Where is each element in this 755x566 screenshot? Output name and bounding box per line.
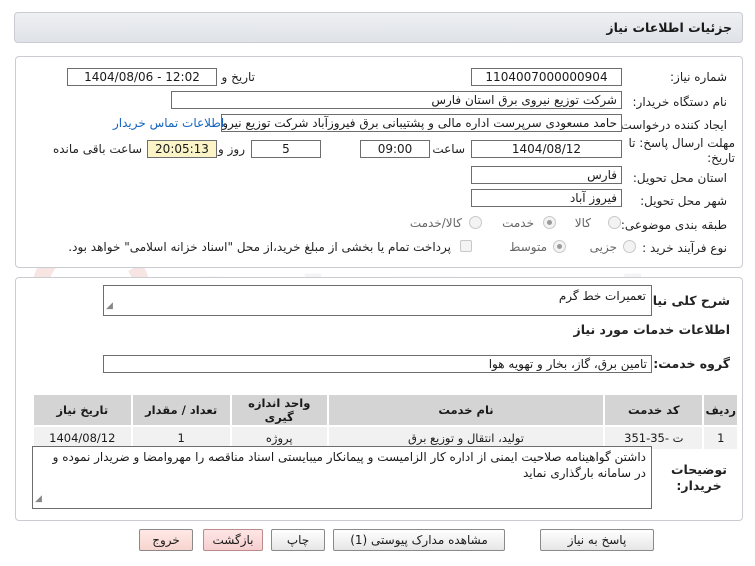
print-button[interactable]: چاپ xyxy=(271,529,325,551)
buyer-contact-link[interactable]: اطلاعات تماس خریدار xyxy=(113,116,224,130)
col-need-date: تاریخ نیاز xyxy=(32,393,133,427)
general-desc-label: شرح کلی نیاز: xyxy=(640,293,730,308)
creator-label: ایجاد کننده درخواست: xyxy=(616,118,727,132)
exit-button[interactable]: خروج xyxy=(139,529,193,551)
process-medium-option: متوسط xyxy=(509,240,547,254)
col-unit: واحد اندازه گیری xyxy=(229,393,329,427)
process-minor-radio[interactable] xyxy=(623,240,636,253)
category-goods-option: کالا xyxy=(574,216,591,230)
attachments-button[interactable]: مشاهده مدارک پیوستی (1) xyxy=(333,529,505,551)
service-group-label: گروه خدمت: xyxy=(653,356,730,371)
service-group-field: تامین برق، گاز، بخار و تهویه هوا xyxy=(103,355,652,373)
remaining-label: ساعت باقی مانده xyxy=(52,142,142,156)
category-goods-radio[interactable] xyxy=(608,216,621,229)
process-label: نوع فرآیند خرید : xyxy=(642,241,727,255)
buyer-notes-text: داشتن گواهینامه صلاحیت ایمنی از اداره کا… xyxy=(52,450,646,480)
deadline-date-field: 1404/08/12 xyxy=(471,140,622,158)
category-goods-service-radio[interactable] xyxy=(469,216,482,229)
remaining-time-field: 20:05:13 xyxy=(147,140,217,158)
province-label: استان محل تحویل: xyxy=(632,171,727,185)
need-number-field: 1104007000000904 xyxy=(471,68,622,86)
buyer-notes-label: توضیحات خریدار: xyxy=(671,462,727,493)
need-number-label: شماره نیاز: xyxy=(670,70,727,84)
deadline-label: مهلت ارسال پاسخ: تا تاریخ: xyxy=(628,136,735,165)
resize-grip-icon[interactable]: ◢ xyxy=(106,298,113,314)
treasury-payment-checkbox[interactable] xyxy=(460,240,472,252)
col-row-number: ردیف xyxy=(702,393,739,427)
window-title: جزئیات اطلاعات نیاز xyxy=(606,20,732,35)
province-field: فارس xyxy=(471,166,622,184)
process-minor-option: جزیی xyxy=(589,240,617,254)
services-table-header: ردیف کد خدمت نام خدمت واحد اندازه گیری ت… xyxy=(32,393,739,427)
announce-datetime-field: 1404/08/06 - 12:02 xyxy=(67,68,217,86)
category-service-option: خدمت xyxy=(502,216,534,230)
col-service-code: کد خدمت xyxy=(603,393,705,427)
city-field: فیروز آباد xyxy=(471,189,622,207)
services-table: ردیف کد خدمت نام خدمت واحد اندازه گیری ت… xyxy=(32,393,739,451)
deadline-time-field: 09:00 xyxy=(360,140,430,158)
deadline-time-label: ساعت xyxy=(432,142,465,156)
back-button[interactable]: بازگشت xyxy=(203,529,263,551)
buyer-notes-field: داشتن گواهینامه صلاحیت ایمنی از اداره کا… xyxy=(32,446,652,509)
buyer-org-label: نام دستگاه خریدار: xyxy=(632,95,728,109)
reply-button[interactable]: پاسخ به نیاز xyxy=(540,529,654,551)
days-field: 5 xyxy=(251,140,321,158)
window-titlebar: جزئیات اطلاعات نیاز xyxy=(14,12,743,43)
services-section-title: اطلاعات خدمات مورد نیاز xyxy=(573,322,731,337)
general-desc-field: تعمیرات خط گرم ◢ xyxy=(103,285,652,316)
col-service-name: نام خدمت xyxy=(326,393,606,427)
category-goods-service-option: کالا/خدمت xyxy=(409,216,462,230)
treasury-payment-note: پرداخت تمام یا بخشی از مبلغ خرید،از محل … xyxy=(68,240,451,254)
city-label: شهر محل تحویل: xyxy=(640,194,727,208)
category-service-radio[interactable] xyxy=(543,216,556,229)
general-desc-value: تعمیرات خط گرم xyxy=(558,289,646,303)
creator-field: حامد مسعودی سرپرست اداره مالی و پشتیبانی… xyxy=(221,114,622,132)
buyer-org-field: شرکت توزیع نیروی برق استان فارس xyxy=(171,91,622,109)
category-label: طبقه بندی موضوعی: xyxy=(620,218,727,232)
process-medium-radio[interactable] xyxy=(553,240,566,253)
cell-row-number: 1 xyxy=(702,425,739,451)
announce-datetime-value: 1404/08/06 - 12:02 xyxy=(84,70,200,84)
col-quantity: تعداد / مقدار xyxy=(130,393,232,427)
days-label: روز و xyxy=(218,142,245,156)
resize-grip-icon[interactable]: ◢ xyxy=(35,491,42,507)
